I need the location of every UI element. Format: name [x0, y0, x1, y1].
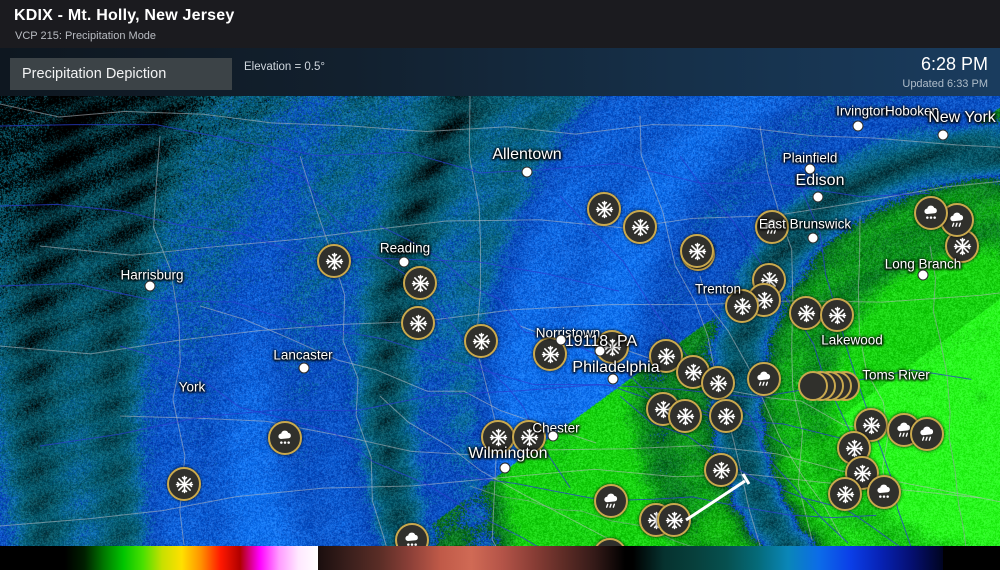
city-marker-dot — [812, 191, 824, 203]
weather-station-rain-icon[interactable] — [910, 417, 944, 451]
weather-station-snow-icon[interactable] — [709, 399, 743, 433]
city-marker-dot — [398, 256, 410, 268]
weather-station-snow-icon[interactable] — [704, 453, 738, 487]
weather-station-snow-icon[interactable] — [317, 244, 351, 278]
city-marker-dot — [852, 120, 864, 132]
precipitation-depiction-label: Precipitation Depiction — [22, 66, 167, 82]
city-marker-dot — [547, 430, 559, 442]
city-marker-dot — [594, 345, 606, 357]
weather-station-rain-icon[interactable] — [594, 484, 628, 518]
page-title: KDIX - Mt. Holly, New Jersey — [14, 7, 235, 24]
title-bar: KDIX - Mt. Holly, New Jersey VCP 215: Pr… — [0, 0, 1000, 48]
city-marker-dot — [144, 280, 156, 292]
weather-station-snow-icon[interactable] — [401, 306, 435, 340]
weather-station-snow-icon[interactable] — [587, 192, 621, 226]
elevation-label: Elevation = 0.5° — [244, 61, 325, 73]
city-marker-dot — [937, 129, 949, 141]
weather-station-mix-icon[interactable] — [914, 196, 948, 230]
weather-station-snow-icon[interactable] — [668, 399, 702, 433]
weather-station-mix-icon[interactable] — [867, 475, 901, 509]
city-marker-dot — [499, 462, 511, 474]
weather-station-snow-icon[interactable] — [512, 420, 546, 454]
weather-station-snow-icon[interactable] — [701, 366, 735, 400]
weather-station-snow-icon[interactable] — [828, 477, 862, 511]
weather-station-cluster[interactable] — [798, 371, 860, 401]
city-marker-dot — [555, 334, 567, 346]
city-marker-dot — [917, 269, 929, 281]
weather-station-snow-icon[interactable] — [167, 467, 201, 501]
weather-station-snow-icon[interactable] — [680, 234, 714, 268]
weather-station-snow-icon[interactable] — [789, 296, 823, 330]
vcp-mode-label: VCP 215: Precipitation Mode — [15, 30, 157, 42]
weather-station-snow-icon[interactable] — [481, 420, 515, 454]
weather-station-snow-icon[interactable] — [464, 324, 498, 358]
precipitation-depiction-button[interactable]: Precipitation Depiction — [10, 58, 232, 90]
color-bar-segment-snow — [633, 546, 943, 570]
weather-station-mix-icon[interactable] — [268, 421, 302, 455]
weather-station-snow-icon[interactable] — [657, 503, 691, 537]
weather-station-snow-icon[interactable] — [403, 266, 437, 300]
weather-station-rain-icon[interactable] — [755, 210, 789, 244]
city-marker-dot — [804, 163, 816, 175]
color-bar-segment-mixed — [318, 546, 625, 570]
radar-map[interactable]: Allentown Irvington Hoboken New York Plainfi… — [0, 96, 1000, 546]
color-bar-segment-reflectivity — [65, 546, 318, 570]
reflectivity-color-bar — [0, 546, 1000, 570]
radar-app: KDIX - Mt. Holly, New Jersey VCP 215: Pr… — [0, 0, 1000, 570]
current-time: 6:28 PM — [920, 54, 988, 74]
weather-station-snow-icon[interactable] — [820, 298, 854, 332]
updated-time: Updated 6:33 PM — [902, 78, 988, 90]
city-marker-dot — [807, 232, 819, 244]
weather-station-rain-icon[interactable] — [747, 362, 781, 396]
city-marker-dot — [298, 362, 310, 374]
city-marker-dot — [607, 373, 619, 385]
weather-station-snow-icon[interactable] — [623, 210, 657, 244]
clustered-station-icon — [798, 371, 828, 401]
city-marker-dot — [521, 166, 533, 178]
weather-station-snow-icon[interactable] — [725, 289, 759, 323]
